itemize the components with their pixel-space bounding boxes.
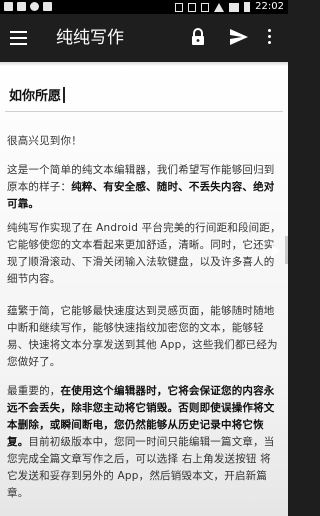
notification-icons: [4, 2, 52, 11]
send-icon[interactable]: [230, 29, 248, 45]
fast-scroll-handle[interactable]: [272, 245, 280, 257]
alarm-icon: [201, 2, 210, 12]
editor-area[interactable]: 如你所愿 很高兴见到你！ 这是一个简单的纯文本编辑器，我们希望写作能够回归到原本的…: [0, 62, 288, 516]
text-run[interactable]: 纯纯写作实现了在 Android 平台完美的行间距和段间距，它能够使您的文本看起…: [7, 222, 281, 285]
battery-icon: [244, 2, 251, 12]
status-time: 22:02: [255, 1, 284, 12]
system-icons: 22:02: [175, 1, 284, 13]
text-run[interactable]: 很高兴见到你！: [7, 135, 82, 147]
vibrate-icon: [188, 2, 197, 12]
android-icon: [30, 2, 39, 11]
document-title[interactable]: 如你所愿: [9, 87, 66, 107]
paragraph[interactable]: 纯纯写作实现了在 Android 平台完美的行间距和段间距，它能够使您的文本看起…: [7, 220, 281, 288]
menu-icon[interactable]: [10, 31, 27, 45]
signal-icon: [229, 2, 240, 12]
paragraph[interactable]: 蕴繁于简，它能够最快速度达到灵感页面，能够随时随地中断和继续写作，能够快速指纹加…: [7, 303, 281, 371]
document-title-text[interactable]: 如你所愿: [9, 89, 61, 104]
text-cursor: [63, 87, 66, 103]
title-divider: [5, 111, 283, 112]
text-run[interactable]: 目前初级版本中，您同一时间只能编辑一篇文章，当您完成全篇文章写作之后，可以选择 …: [7, 436, 275, 499]
more-icon[interactable]: [268, 29, 272, 47]
paragraph[interactable]: 这是一个简单的纯文本编辑器，我们希望写作能够回归到原本的样子：纯粹、有安全感、随…: [7, 162, 281, 213]
bluetooth-icon: [175, 2, 184, 12]
image-notif-icon: [17, 2, 26, 11]
text-run[interactable]: 蕴繁于简，它能够最快速度达到灵感页面，能够随时随地中断和继续写作，能够快速指纹加…: [7, 305, 278, 368]
lock-icon[interactable]: [191, 28, 205, 46]
paragraph[interactable]: 最重要的，在使用这个编辑器时，它将会保证您的内容永远不会丢失，除非您主动将它销毁…: [7, 383, 281, 502]
image-notif-icon: [4, 2, 13, 11]
text-run[interactable]: 最重要的，: [7, 385, 61, 397]
paragraph[interactable]: 很高兴见到你！: [7, 133, 281, 150]
calendar-icon: [43, 2, 52, 11]
status-bar: 22:02: [0, 0, 288, 14]
app-bar: 纯纯写作: [0, 14, 288, 62]
wifi-icon: [214, 2, 225, 12]
app-title: 纯纯写作: [56, 28, 124, 48]
scrollbar[interactable]: [285, 236, 288, 264]
